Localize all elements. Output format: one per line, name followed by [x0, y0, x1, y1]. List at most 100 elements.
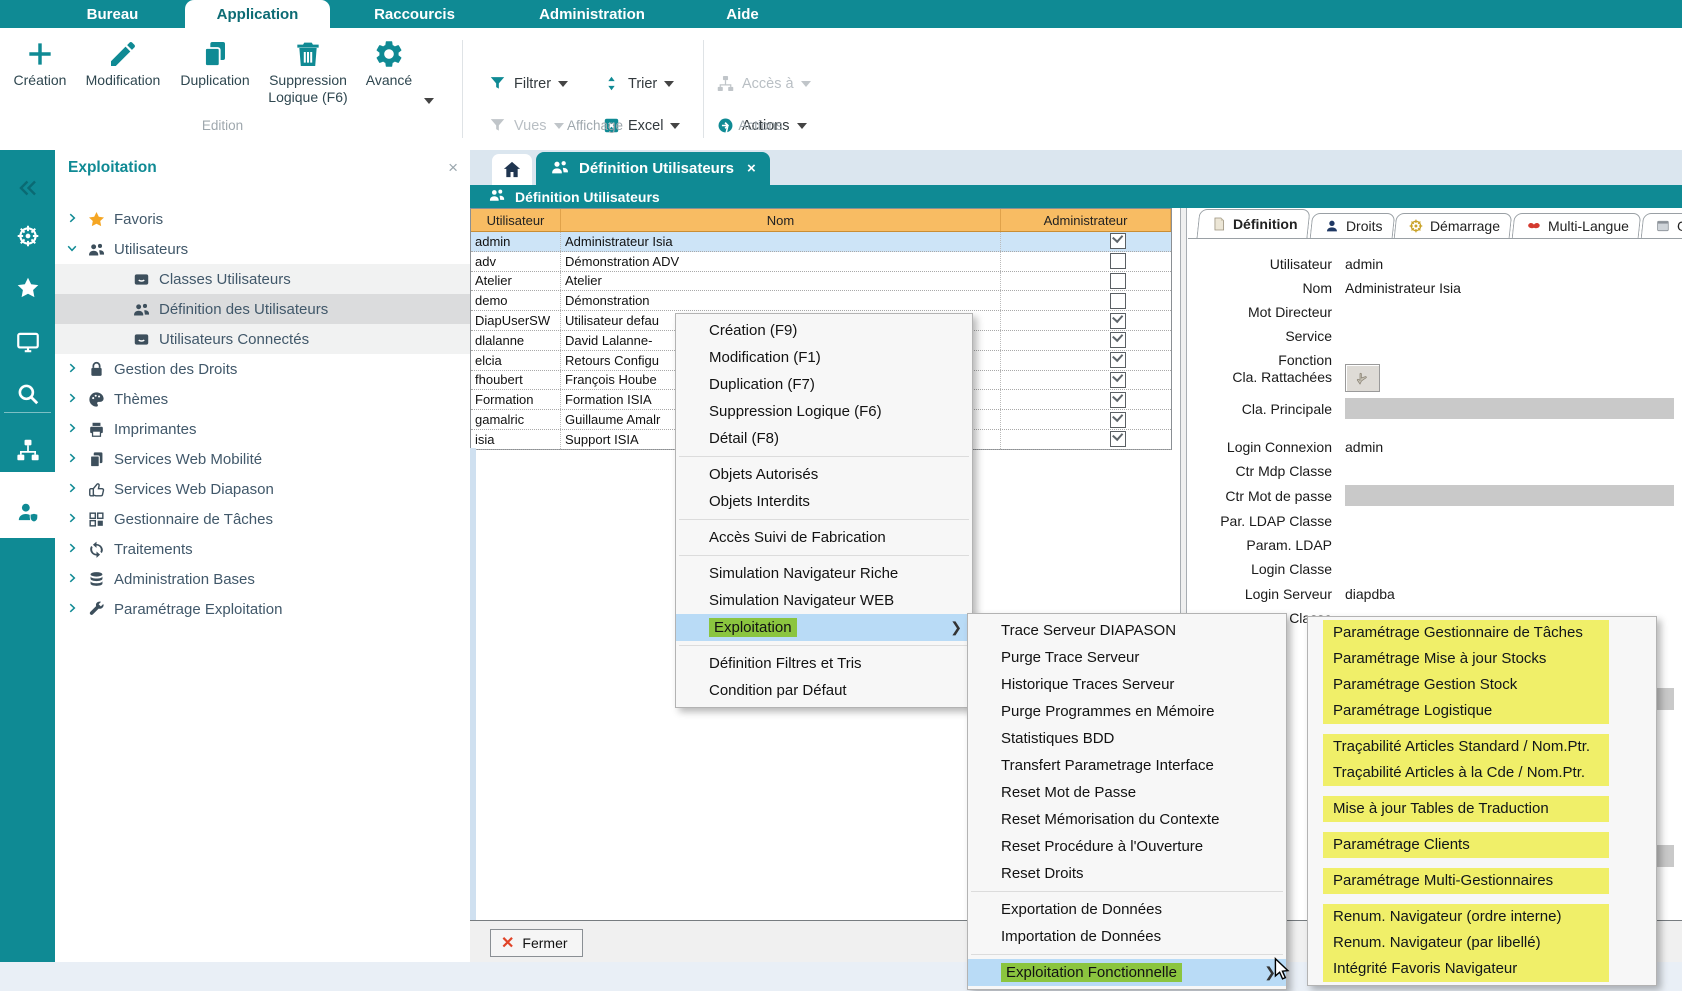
menubar-tab-administration[interactable]: Administration	[512, 0, 672, 28]
menu-item-cr-ation-f9-[interactable]: Création (F9)	[676, 317, 972, 344]
admin-checkbox[interactable]	[1110, 332, 1126, 348]
chevron-right-icon[interactable]	[65, 571, 81, 587]
star-icon[interactable]	[0, 264, 55, 312]
grid-column-header-administrateur[interactable]: Administrateur	[1001, 209, 1171, 231]
sidebar-item-services-web-diapason[interactable]: Services Web Diapason	[55, 474, 470, 504]
chevron-right-icon[interactable]	[65, 211, 81, 227]
chevron-right-icon[interactable]	[65, 511, 81, 527]
menubar-tab-raccourcis[interactable]: Raccourcis	[352, 0, 477, 28]
menu-item-param-trage-mise-jour-stocks[interactable]: Paramétrage Mise à jour Stocks	[1323, 646, 1609, 672]
ribbon-button-modification[interactable]: Modification	[78, 36, 168, 89]
menu-item-d-finition-filtres-et-tris[interactable]: Définition Filtres et Tris	[676, 650, 972, 677]
menu-item-tra-abilit-articles-standard-nom-ptr-[interactable]: Traçabilité Articles Standard / Nom.Ptr.	[1323, 734, 1609, 760]
sidebar-item-utilisateurs-connect-s[interactable]: Utilisateurs Connectés	[55, 324, 515, 354]
menu-item-reset-proc-dure-l-ouverture[interactable]: Reset Procédure à l'Ouverture	[968, 833, 1286, 860]
menu-item-tra-abilit-articles-la-cde-nom-ptr-[interactable]: Traçabilité Articles à la Cde / Nom.Ptr.	[1323, 760, 1609, 786]
chevron-right-icon[interactable]	[65, 451, 81, 467]
menu-item-modification-f1-[interactable]: Modification (F1)	[676, 344, 972, 371]
menubar-tab-aide[interactable]: Aide	[700, 0, 785, 28]
menu-item-reset-mot-de-passe[interactable]: Reset Mot de Passe	[968, 779, 1286, 806]
monitor-icon[interactable]	[0, 318, 55, 366]
chevron-right-icon[interactable]	[65, 391, 81, 407]
menu-item-reset-m-morisation-du-contexte[interactable]: Reset Mémorisation du Contexte	[968, 806, 1286, 833]
sidebar-item-th-mes[interactable]: Thèmes	[55, 384, 470, 414]
menu-item-param-trage-gestionnaire-de-t-ches[interactable]: Paramétrage Gestionnaire de Tâches	[1323, 620, 1609, 646]
sidebar-item-administration-bases[interactable]: Administration Bases	[55, 564, 470, 594]
user-shield-icon[interactable]	[0, 488, 55, 536]
sidebar-item-imprimantes[interactable]: Imprimantes	[55, 414, 470, 444]
admin-checkbox[interactable]	[1110, 352, 1126, 368]
menu-item-acc-s-suivi-de-fabrication[interactable]: Accès Suivi de Fabrication	[676, 524, 972, 551]
admin-checkbox[interactable]	[1110, 313, 1126, 329]
chevron-right-icon[interactable]	[65, 481, 81, 497]
ribbon-button-trier[interactable]: Trier	[602, 74, 674, 93]
sidebar-item-d-finition-des-utilisateurs[interactable]: Définition des Utilisateurs	[55, 294, 515, 324]
sidebar-item-param-trage-exploitation[interactable]: Paramétrage Exploitation	[55, 594, 470, 624]
ribbon-button-suppression-logique-f6-[interactable]: Suppression Logique (F6)	[262, 36, 354, 106]
menu-item-renum-navigateur-par-libell-[interactable]: Renum. Navigateur (par libellé)	[1323, 930, 1609, 956]
tab-d-finition[interactable]: Définition	[1196, 209, 1310, 238]
menu-item-importation-de-donn-es[interactable]: Importation de Données	[968, 923, 1286, 950]
menu-item-param-trage-logistique[interactable]: Paramétrage Logistique	[1323, 698, 1609, 724]
sidebar-item-traitements[interactable]: Traitements	[55, 534, 470, 564]
admin-checkbox[interactable]	[1110, 293, 1126, 309]
sidebar-item-services-web-mobilit-[interactable]: Services Web Mobilité	[55, 444, 470, 474]
menu-item-int-grit-favoris-navigateur[interactable]: Intégrité Favoris Navigateur	[1323, 956, 1609, 982]
home-tab[interactable]	[492, 154, 532, 185]
fermer-button[interactable]: ✕ Fermer	[490, 929, 583, 957]
chevron-down-icon[interactable]	[558, 81, 568, 87]
grid-column-header-utilisateur[interactable]: Utilisateur	[471, 209, 561, 231]
menu-item-mise-jour-tables-de-traduction[interactable]: Mise à jour Tables de Traduction	[1323, 796, 1609, 822]
sitemap-icon[interactable]	[0, 426, 55, 474]
menu-item-exploitation-fonctionnelle[interactable]: Exploitation Fonctionnelle❯	[968, 959, 1286, 986]
menu-item-duplication-f7-[interactable]: Duplication (F7)	[676, 371, 972, 398]
menu-item-param-trage-clients[interactable]: Paramétrage Clients	[1323, 832, 1609, 858]
tab-gestion[interactable]: Gestion	[1641, 213, 1682, 238]
admin-checkbox[interactable]	[1110, 431, 1126, 447]
table-row[interactable]: AtelierAtelier	[471, 272, 1171, 292]
chevron-right-icon[interactable]	[65, 541, 81, 557]
ribbon-button-filtrer[interactable]: Filtrer	[488, 74, 568, 93]
menu-item-purge-trace-serveur[interactable]: Purge Trace Serveur	[968, 644, 1286, 671]
chevron-down-icon[interactable]	[65, 241, 81, 257]
menu-item-param-trage-gestion-stock[interactable]: Paramétrage Gestion Stock	[1323, 672, 1609, 698]
tab-multi-langue[interactable]: Multi-Langue	[1512, 213, 1642, 238]
menubar-tab-application[interactable]: Application	[185, 0, 330, 28]
menu-item-param-trage-multi-gestionnaires[interactable]: Paramétrage Multi-Gestionnaires	[1323, 868, 1609, 894]
wheel-icon[interactable]	[0, 212, 55, 260]
tab-definition-utilisateurs[interactable]: Définition Utilisateurs ×	[536, 152, 770, 185]
search-icon[interactable]	[0, 370, 55, 418]
sidebar-item-gestion-des-droits[interactable]: Gestion des Droits	[55, 354, 470, 384]
menu-item-reset-droits[interactable]: Reset Droits	[968, 860, 1286, 887]
table-row[interactable]: advDémonstration ADV	[471, 252, 1171, 272]
menu-item-objets-autoris-s[interactable]: Objets Autorisés	[676, 461, 972, 488]
menu-item-purge-programmes-en-m-moire[interactable]: Purge Programmes en Mémoire	[968, 698, 1286, 725]
classes-rattachees-button[interactable]	[1345, 364, 1380, 392]
grid-column-header-nom[interactable]: Nom	[561, 209, 1001, 231]
sidebar-item-gestionnaire-de-t-ches[interactable]: Gestionnaire de Tâches	[55, 504, 470, 534]
menu-item-renum-navigateur-ordre-interne-[interactable]: Renum. Navigateur (ordre interne)	[1323, 904, 1609, 930]
sidebar-item-classes-utilisateurs[interactable]: Classes Utilisateurs	[55, 264, 515, 294]
menu-item-exploitation[interactable]: Exploitation❯	[676, 614, 972, 641]
close-tab-icon[interactable]: ×	[747, 160, 756, 177]
menubar-tab-bureau[interactable]: Bureau	[60, 0, 165, 28]
menu-item-statistiques-bdd[interactable]: Statistiques BDD	[968, 725, 1286, 752]
admin-checkbox[interactable]	[1110, 372, 1126, 388]
chevron-down-icon[interactable]	[424, 98, 434, 104]
menu-item-simulation-navigateur-riche[interactable]: Simulation Navigateur Riche	[676, 560, 972, 587]
tab-d-marrage[interactable]: Démarrage	[1394, 213, 1513, 238]
menu-item-simulation-navigateur-web[interactable]: Simulation Navigateur WEB	[676, 587, 972, 614]
sidebar-item-favoris[interactable]: Favoris	[55, 204, 470, 234]
ribbon-button-duplication[interactable]: Duplication	[172, 36, 258, 89]
admin-checkbox[interactable]	[1110, 392, 1126, 408]
admin-checkbox[interactable]	[1110, 412, 1126, 428]
menu-item-condition-par-d-faut[interactable]: Condition par Défaut	[676, 677, 972, 704]
chevron-right-icon[interactable]	[65, 421, 81, 437]
ribbon-button-avanc-[interactable]: Avancé	[358, 36, 420, 89]
close-icon[interactable]: ×	[448, 160, 458, 176]
menu-item-trace-serveur-diapason[interactable]: Trace Serveur DIAPASON	[968, 617, 1286, 644]
menu-item-historique-traces-serveur[interactable]: Historique Traces Serveur	[968, 671, 1286, 698]
admin-checkbox[interactable]	[1110, 233, 1126, 249]
tab-droits[interactable]: Droits	[1309, 213, 1394, 238]
menu-item-objets-interdits[interactable]: Objets Interdits	[676, 488, 972, 515]
